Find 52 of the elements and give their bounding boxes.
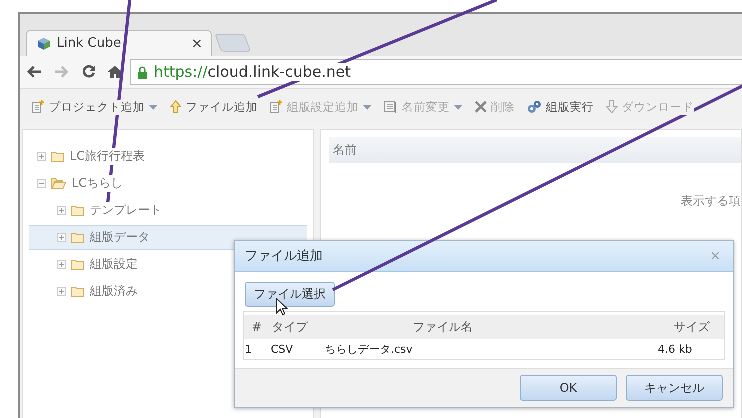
toolbar-button[interactable]: ファイル追加 — [170, 100, 258, 114]
empty-message: 表示する項 — [681, 194, 741, 208]
open-folder-icon — [51, 178, 67, 190]
forward-icon[interactable] — [54, 65, 70, 79]
url-text: https://cloud.link-cube.net — [154, 63, 351, 81]
new-tab-button[interactable] — [214, 34, 252, 52]
folder-icon — [71, 232, 85, 244]
reload-icon[interactable] — [82, 65, 96, 79]
expander-icon[interactable] — [57, 233, 66, 242]
mouse-cursor-icon — [276, 298, 288, 316]
column-header[interactable]: 名前 — [329, 137, 741, 163]
down-arrow-icon — [606, 100, 618, 114]
caret-icon — [363, 104, 372, 110]
caret-icon — [149, 104, 158, 110]
column-header: サイズ — [673, 318, 711, 336]
rename-icon — [384, 100, 398, 114]
folder-icon — [71, 204, 85, 216]
cancel-button[interactable]: キャンセル — [626, 375, 723, 401]
document-icon — [270, 100, 283, 114]
expander-icon[interactable] — [57, 206, 66, 215]
table-cell-text: ちらしデータ.csv — [325, 342, 414, 356]
cube-icon — [37, 36, 51, 50]
expander-icon[interactable] — [37, 179, 46, 188]
file-select-button[interactable]: ファイル選択 — [245, 282, 335, 307]
close-tab-button[interactable]: × — [191, 36, 203, 52]
folder-icon — [71, 286, 85, 298]
column-header: タイプ — [271, 318, 310, 336]
browser-tab[interactable]: Link Cube × — [26, 30, 212, 56]
table-cell-text: CSV — [270, 342, 294, 356]
expander-icon[interactable] — [57, 260, 66, 269]
toolbar-button[interactable]: プロジェクト追加 — [32, 100, 158, 114]
expander-icon[interactable] — [37, 152, 46, 161]
folder-icon — [51, 150, 65, 162]
document-icon — [32, 100, 45, 114]
column-header: # — [250, 320, 264, 334]
caret-icon — [454, 104, 463, 110]
up-arrow-icon — [170, 100, 182, 114]
x-icon — [475, 101, 487, 113]
tab-title: Link Cube — [57, 36, 122, 51]
ok-button[interactable]: OK — [520, 375, 617, 401]
table-cell-text: 4.6 kb — [658, 342, 694, 356]
folder-icon — [71, 258, 85, 270]
home-icon[interactable] — [108, 65, 122, 79]
address-bar[interactable]: https://cloud.link-cube.net — [130, 59, 742, 85]
column-header: ファイル名 — [412, 318, 474, 336]
expander-icon[interactable] — [57, 287, 66, 296]
close-button[interactable]: × — [710, 248, 721, 264]
back-icon[interactable] — [26, 65, 42, 79]
gears-icon — [527, 100, 542, 114]
toolbar-button[interactable]: 組版実行 — [527, 100, 594, 114]
lock-icon — [137, 66, 148, 78]
table-cell-text: 1 — [244, 342, 253, 356]
